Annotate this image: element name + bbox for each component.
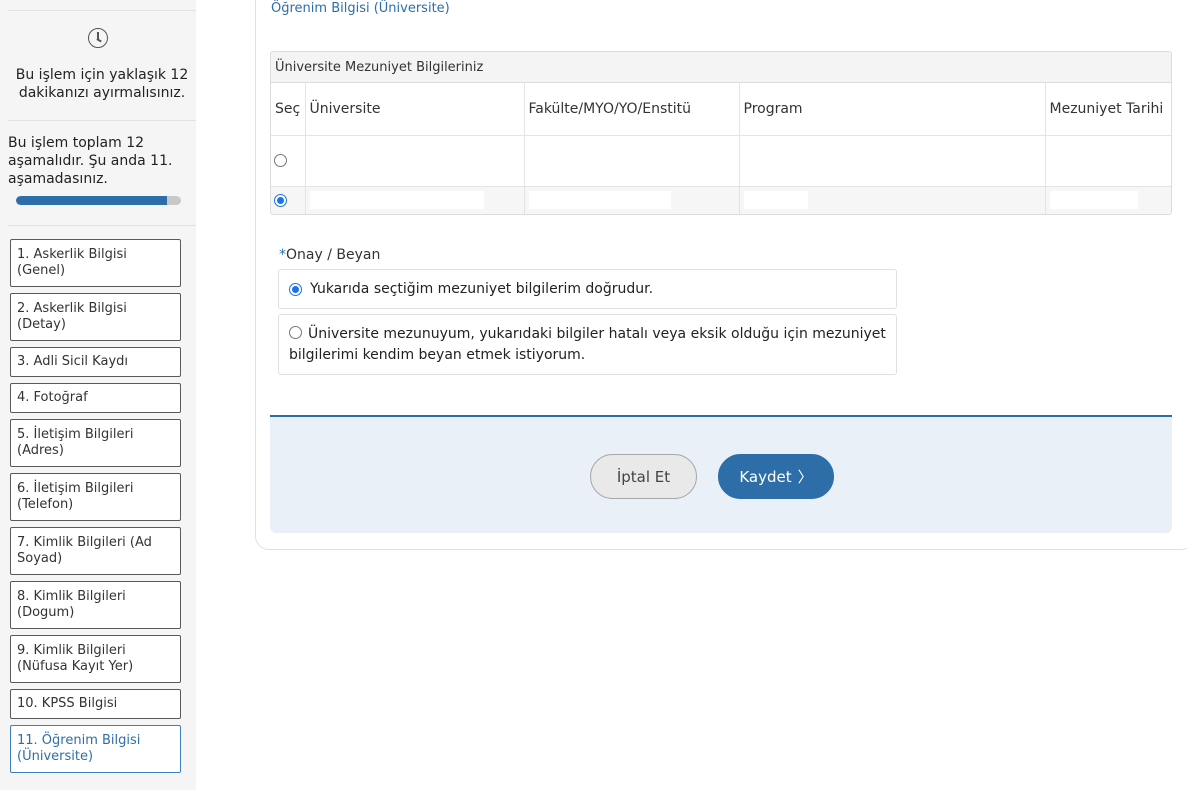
step-item-adli-sicil[interactable]: 3. Adli Sicil Kaydı: [10, 347, 181, 377]
table-row: [271, 135, 1171, 187]
step-item-fotograf[interactable]: 4. Fotoğraf: [10, 383, 181, 413]
row-select-cell: [271, 186, 306, 214]
sidebar: Bu işlem için yaklaşık 12 dakikanızı ayı…: [0, 0, 196, 790]
progress-bar: [16, 196, 181, 205]
table-cell: [305, 186, 525, 214]
chevron-right-icon: 〉: [797, 468, 813, 486]
step-item-iletisim-telefon[interactable]: 6. İletişim Bilgileri (Telefon): [10, 473, 181, 521]
consent-radio-correct[interactable]: [289, 282, 302, 296]
table-cell: [1045, 186, 1171, 214]
table-cell: [739, 186, 1046, 214]
progress-fill: [16, 196, 168, 205]
sidebar-divider: [8, 120, 196, 121]
redacted-value: [309, 191, 484, 210]
save-button-label: Kaydet: [739, 467, 792, 486]
redacted-value: [1049, 191, 1138, 210]
action-bar: İptal Et Kaydet 〉: [270, 415, 1172, 533]
cancel-button[interactable]: İptal Et: [590, 454, 697, 499]
col-header-program: Program: [739, 83, 1046, 136]
consent-label-text: Onay / Beyan: [286, 247, 381, 263]
step-item-kimlik-dogum[interactable]: 8. Kimlik Bilgileri (Dogum): [10, 581, 181, 629]
row-radio-selected[interactable]: [274, 193, 287, 207]
clock-icon: [88, 28, 108, 48]
consent-radio-declare[interactable]: [289, 326, 302, 339]
required-mark: *: [279, 247, 286, 263]
stage-note: Bu işlem toplam 12 aşamalıdır. Şu anda 1…: [8, 135, 173, 187]
consent-option-declare[interactable]: Üniversite mezunuyum, yukarıdaki bilgile…: [278, 314, 897, 375]
step-item-ogrenim-universite[interactable]: 11. Öğrenim Bilgisi (Üniversite): [10, 725, 181, 773]
col-header-fakulte: Fakülte/MYO/YO/Enstitü: [524, 83, 740, 136]
step-item-askerlik-genel[interactable]: 1. Askerlik Bilgisi (Genel): [10, 239, 181, 287]
col-header-sec: Seç: [271, 83, 306, 136]
step-item-kimlik-ad-soyad[interactable]: 7. Kimlik Bilgileri (Ad Soyad): [10, 527, 181, 575]
consent-label: *Onay / Beyan: [279, 247, 380, 263]
col-header-mezuniyet-tarihi: Mezuniyet Tarihi: [1045, 83, 1171, 136]
graduation-grid: Seç Üniversite Fakülte/MYO/YO/Enstitü Pr…: [271, 83, 1171, 214]
table-caption: Üniversite Mezuniyet Bilgileriniz: [271, 52, 1171, 83]
time-note: Bu işlem için yaklaşık 12 dakikanızı ayı…: [15, 67, 189, 101]
sidebar-divider: [8, 10, 196, 11]
table-cell: [305, 135, 525, 187]
table-cell: [524, 186, 740, 214]
step-item-kpss[interactable]: 10. KPSS Bilgisi: [10, 689, 181, 719]
col-header-universite: Üniversite: [305, 83, 525, 136]
save-button[interactable]: Kaydet 〉: [718, 454, 834, 499]
consent-option-declare-text: Üniversite mezunuyum, yukarıdaki bilgile…: [289, 326, 886, 363]
redacted-value: [743, 191, 808, 210]
consent-option-correct[interactable]: Yukarıda seçtiğim mezuniyet bilgilerim d…: [278, 269, 897, 309]
step-item-iletisim-adres[interactable]: 5. İletişim Bilgileri (Adres): [10, 419, 181, 467]
redacted-value: [528, 191, 671, 210]
table-cell: [739, 135, 1046, 187]
table-cell: [524, 135, 740, 187]
table-row: [271, 186, 1171, 214]
step-list: 1. Askerlik Bilgisi (Genel) 2. Askerlik …: [10, 239, 181, 779]
breadcrumb: Öğrenim Bilgisi (Üniversite): [271, 1, 450, 16]
consent-option-correct-text: Yukarıda seçtiğim mezuniyet bilgilerim d…: [310, 280, 654, 297]
step-item-kimlik-nufus[interactable]: 9. Kimlik Bilgileri (Nüfusa Kayıt Yer): [10, 635, 181, 683]
cancel-button-label: İptal Et: [616, 467, 671, 486]
sidebar-divider: [8, 225, 196, 226]
row-radio[interactable]: [274, 154, 287, 167]
row-select-cell: [271, 135, 306, 187]
step-item-askerlik-detay[interactable]: 2. Askerlik Bilgisi (Detay): [10, 293, 181, 341]
graduation-table: Üniversite Mezuniyet Bilgileriniz Seç Ün…: [270, 51, 1172, 215]
table-cell: [1045, 135, 1171, 187]
